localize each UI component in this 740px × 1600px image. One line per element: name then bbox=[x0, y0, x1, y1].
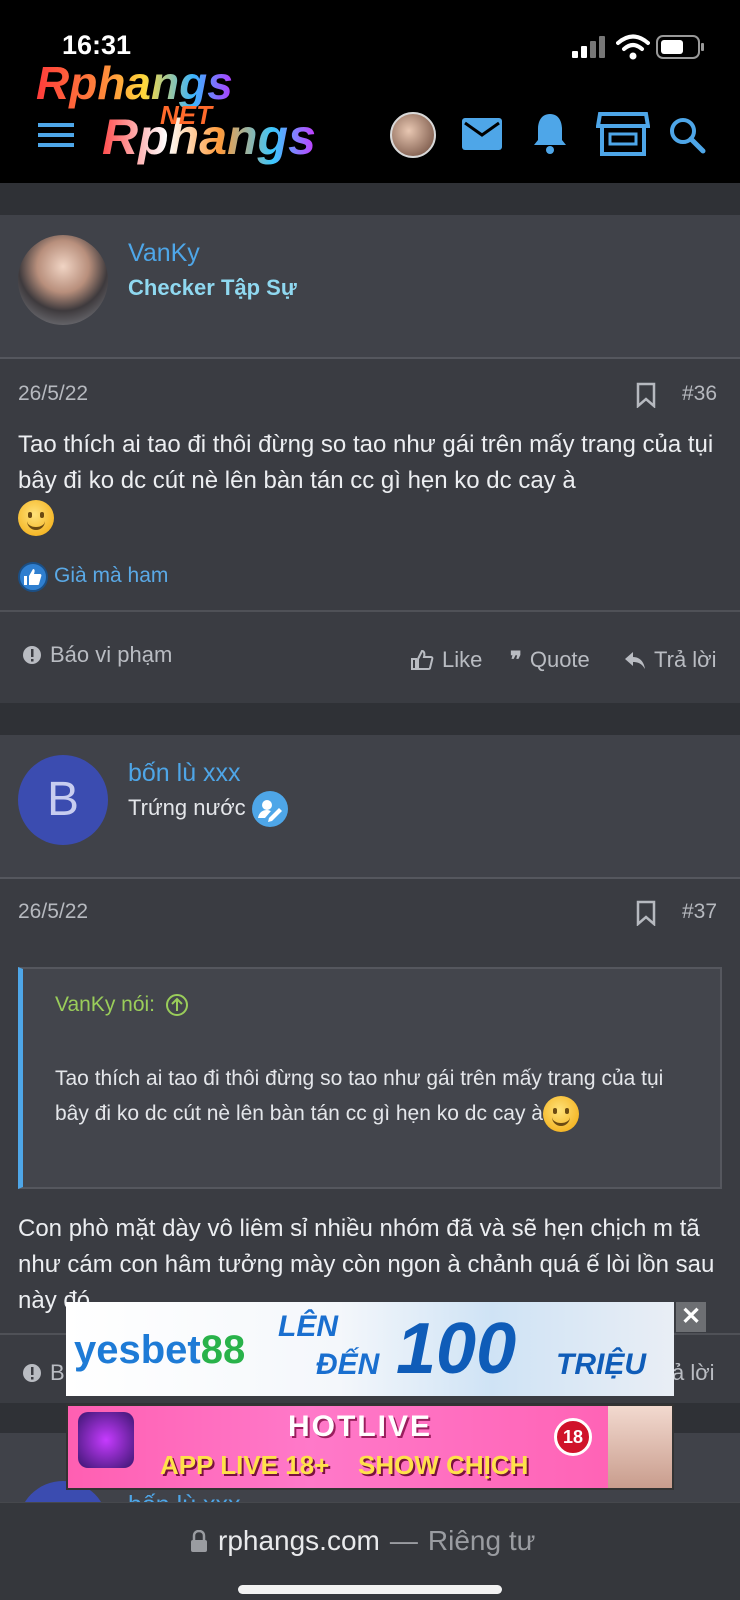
ad-unit: TRIỆU bbox=[556, 1348, 646, 1381]
bell-icon[interactable] bbox=[532, 112, 568, 154]
author-avatar[interactable] bbox=[18, 235, 108, 325]
smile-emoji-icon bbox=[542, 1096, 579, 1133]
report-label: B bbox=[50, 1360, 65, 1385]
post-number[interactable]: #36 bbox=[682, 382, 717, 406]
post-date[interactable]: 26/5/22 bbox=[18, 382, 88, 406]
reply-button[interactable]: Trả lời bbox=[624, 647, 717, 673]
ad-amount: 100 bbox=[396, 1309, 517, 1389]
post-body: Tao thích ai tao đi thôi đừng so tao như… bbox=[18, 427, 718, 536]
quote-label: Quote bbox=[529, 647, 590, 672]
address-display[interactable]: rphangs.com — Riêng tư bbox=[190, 1525, 535, 1557]
user-avatar[interactable] bbox=[390, 112, 436, 158]
mail-icon[interactable] bbox=[462, 118, 502, 150]
reply-icon bbox=[625, 652, 645, 669]
like-button[interactable]: Like bbox=[410, 647, 482, 673]
like-label: Like bbox=[442, 647, 483, 672]
quote-author-link[interactable]: VanKy nói: bbox=[55, 993, 189, 1017]
thumbs-up-icon bbox=[411, 649, 434, 670]
hotlive-logo-icon bbox=[78, 1412, 134, 1468]
alert-icon bbox=[23, 1364, 41, 1382]
age-badge: 18 bbox=[554, 1418, 592, 1456]
top-header: 16:31 Rphangs Rphangs NET bbox=[0, 0, 740, 183]
verified-badge-icon bbox=[252, 791, 288, 827]
report-button[interactable]: B bbox=[22, 1360, 65, 1386]
lock-icon bbox=[191, 1530, 207, 1552]
ad-title: HOTLIVE bbox=[288, 1410, 433, 1443]
hotlive-ad-banner[interactable]: HOTLIVE APP LIVE 18+ SHOW CHỊCH 18 bbox=[66, 1404, 674, 1490]
feed-gap bbox=[0, 183, 740, 215]
ad-close-button[interactable]: ✕ bbox=[676, 1302, 706, 1332]
post-date[interactable]: 26/5/22 bbox=[18, 900, 88, 924]
author-avatar[interactable]: B bbox=[18, 755, 108, 845]
quote-body: Tao thích ai tao đi thôi đừng so tao như… bbox=[55, 1061, 695, 1133]
like-reaction-icon bbox=[18, 562, 48, 592]
hamburger-menu-icon[interactable] bbox=[38, 122, 74, 148]
ad-photo bbox=[608, 1406, 672, 1488]
author-username[interactable]: bốn lù xxx bbox=[128, 759, 241, 788]
report-label: Báo vi phạm bbox=[50, 642, 173, 667]
author-title: Trứng nước bbox=[128, 795, 246, 820]
bookmark-icon[interactable] bbox=[636, 900, 656, 926]
ad-text-left: APP LIVE 18+ bbox=[160, 1450, 330, 1480]
domain-text: rphangs.com bbox=[218, 1525, 380, 1556]
home-indicator[interactable] bbox=[238, 1585, 502, 1594]
report-button[interactable]: Báo vi phạm bbox=[22, 642, 172, 668]
site-logo-net: NET bbox=[160, 100, 212, 130]
store-icon[interactable] bbox=[596, 110, 650, 158]
author-title: Checker Tập Sự bbox=[128, 275, 297, 300]
arrow-up-circle-icon bbox=[166, 994, 189, 1016]
ad-text-right: SHOW CHỊCH bbox=[358, 1450, 529, 1480]
yesbet-ad-banner[interactable]: yesbet88 LÊN ĐẾN 100 TRIỆU bbox=[66, 1302, 674, 1396]
search-icon[interactable] bbox=[668, 116, 706, 154]
privacy-label: Riêng tư bbox=[427, 1525, 536, 1556]
browser-address-bar[interactable]: rphangs.com — Riêng tư bbox=[0, 1502, 740, 1600]
quote-author: VanKy nói: bbox=[55, 993, 156, 1016]
post-author-block: B bốn lù xxx Trứng nước bbox=[0, 735, 740, 879]
reply-button[interactable]: ả lời bbox=[672, 1360, 715, 1386]
alert-icon bbox=[23, 646, 41, 664]
quote-button[interactable]: ❞ Quote bbox=[510, 647, 590, 673]
reply-label: Trả lời bbox=[654, 647, 717, 672]
ad-brand: yesbet88 bbox=[74, 1328, 246, 1372]
post-36: VanKy Checker Tập Sự 26/5/22 #36 Tao thí… bbox=[0, 215, 740, 703]
post-author-block: VanKy Checker Tập Sự bbox=[0, 215, 740, 359]
ad-text-line1: LÊN bbox=[278, 1310, 338, 1343]
quote-block: VanKy nói: Tao thích ai tao đi thôi đừng… bbox=[18, 967, 722, 1189]
divider bbox=[0, 610, 740, 612]
post-body-text: Tao thích ai tao đi thôi đừng so tao như… bbox=[18, 431, 714, 494]
author-username[interactable]: VanKy bbox=[128, 239, 200, 268]
feed-gap bbox=[0, 703, 740, 735]
bookmark-icon[interactable] bbox=[636, 382, 656, 408]
wifi-icon bbox=[616, 34, 650, 60]
post-number[interactable]: #37 bbox=[682, 900, 717, 924]
reaction-users[interactable]: Già mà ham bbox=[54, 564, 168, 588]
smile-emoji-icon bbox=[18, 499, 54, 536]
separator: — bbox=[389, 1525, 418, 1556]
cellular-signal-icon bbox=[572, 36, 605, 58]
battery-icon bbox=[656, 35, 704, 59]
quote-icon: ❞ bbox=[510, 647, 522, 672]
ad-text-line2: ĐẾN bbox=[316, 1348, 380, 1381]
reply-label: ả lời bbox=[672, 1360, 715, 1385]
